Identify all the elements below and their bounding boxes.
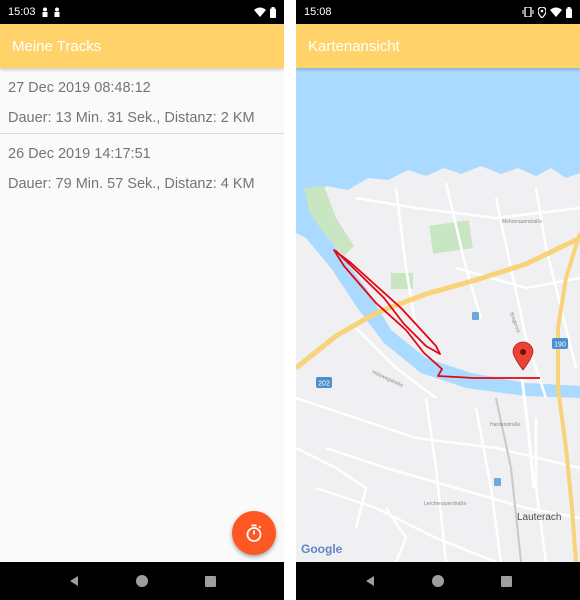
track-list-item[interactable]: 26 Dec 2019 14:17:51 Dauer: 79 Min. 57 S… (0, 134, 284, 200)
navigation-bar (296, 562, 580, 600)
person-icon (54, 7, 60, 17)
track-list-item[interactable]: 27 Dec 2019 08:48:12 Dauer: 13 Min. 31 S… (0, 68, 284, 134)
home-icon[interactable] (135, 574, 149, 588)
status-bar: 15:08 (296, 0, 580, 24)
track-list: 27 Dec 2019 08:48:12 Dauer: 13 Min. 31 S… (0, 68, 284, 562)
track-date: 27 Dec 2019 08:48:12 (8, 80, 151, 96)
track-date: 26 Dec 2019 14:17:51 (8, 146, 151, 162)
app-bar: Meine Tracks (0, 24, 284, 68)
recents-icon[interactable] (205, 575, 217, 587)
vibrate-icon (522, 7, 534, 17)
google-logo: Google (301, 542, 343, 556)
recents-icon[interactable] (501, 575, 513, 587)
map-park (429, 220, 473, 254)
notification-icons (41, 7, 61, 17)
navigation-bar (0, 562, 284, 600)
place-label: Lauterach (517, 512, 561, 523)
status-time: 15:03 (8, 6, 36, 18)
stopwatch-icon (246, 524, 262, 542)
map-street-label: Mehrerauerstraße (502, 219, 542, 225)
status-bar: 15:03 (0, 0, 284, 24)
home-icon[interactable] (431, 574, 445, 588)
road-shield-202: 202 (316, 377, 332, 388)
system-icons (254, 6, 276, 18)
wifi-icon (254, 7, 266, 17)
wifi-icon (550, 7, 562, 17)
phone-left-screen: 15:03 Meine Tracks 27 Dec 2019 08:48:12 … (0, 0, 284, 600)
back-icon[interactable] (68, 575, 80, 587)
app-bar: Kartenansicht (296, 24, 580, 68)
track-info: Dauer: 13 Min. 31 Sek., Distanz: 2 KM (8, 110, 255, 126)
poi-icon (472, 312, 479, 320)
person-icon (42, 7, 48, 17)
location-icon (538, 6, 546, 18)
poi-icon (494, 478, 501, 486)
map-street-label: Lerchenauerstraße (424, 501, 466, 507)
svg-text:190: 190 (554, 342, 566, 349)
system-icons (522, 6, 572, 18)
battery-icon (566, 6, 572, 18)
status-time: 15:08 (304, 6, 332, 18)
page-title: Kartenansicht (308, 37, 400, 55)
back-icon[interactable] (364, 575, 376, 587)
start-tracking-button[interactable] (232, 511, 276, 555)
battery-icon (270, 6, 276, 18)
page-title: Meine Tracks (12, 37, 102, 55)
map-view[interactable]: Mehrerauerstraße Bregenze Holzweg­straße… (296, 68, 580, 562)
svg-text:202: 202 (318, 381, 330, 388)
phone-right-screen: 15:08 Kartenansicht Mehrerauerstraße Bre… (296, 0, 580, 600)
map-street-label: Hardenstraße (490, 422, 521, 428)
track-info: Dauer: 79 Min. 57 Sek., Distanz: 4 KM (8, 176, 255, 192)
road-shield-190: 190 (552, 338, 568, 349)
